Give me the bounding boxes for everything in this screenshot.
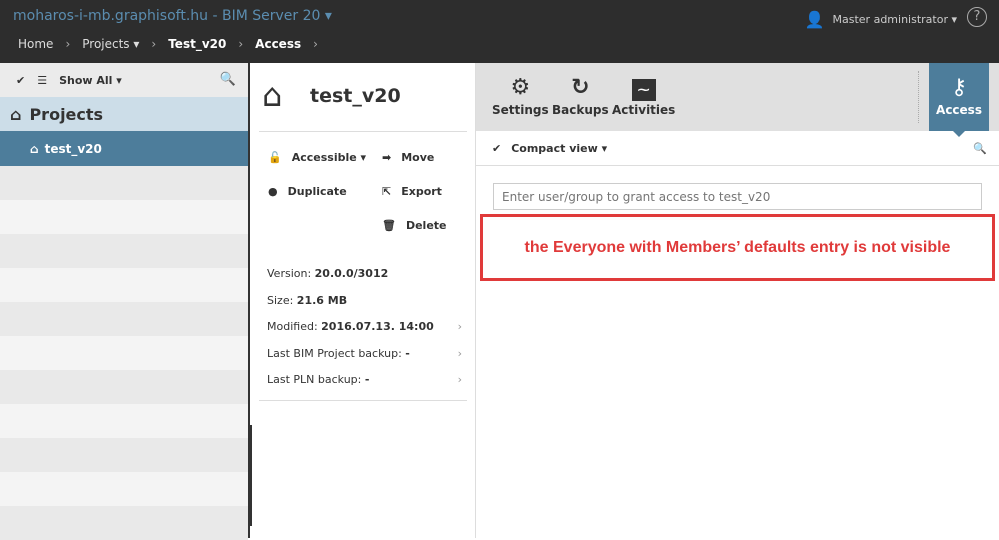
info-bim-backup[interactable]: Last BIM Project backup: - › (267, 347, 462, 360)
gear-icon: ⚙ (510, 75, 531, 100)
check-icon[interactable]: ✔ (16, 74, 25, 87)
accessible-button[interactable]: 🔓 Accessible ▾ (268, 151, 366, 164)
duplicate-icon: ● (268, 185, 278, 198)
key-icon: ⚷ (950, 75, 968, 100)
compact-view-dropdown[interactable]: Compact view ▾ (511, 142, 607, 155)
view-bar: ✔ Compact view ▾ 🔍 (476, 131, 999, 166)
annotation-note: the Everyone with Members’ defaults entr… (480, 214, 995, 281)
toolbar: ⚙ Settings ↻ Backups ⁓ Activities ⚷ Access (476, 63, 999, 137)
house-icon: ⌂ (30, 141, 39, 156)
crumb-home[interactable]: Home (18, 37, 53, 51)
empty-rows (0, 166, 248, 540)
crumb-access[interactable]: Access (255, 37, 301, 51)
show-all-dropdown[interactable]: Show All ▾ (59, 74, 122, 87)
info-version: Version: 20.0.0/3012 (267, 267, 389, 280)
delete-button[interactable]: 🗑 Delete (382, 219, 447, 232)
top-bar: moharos-i-mb.graphisoft.hu - BIM Server … (0, 0, 999, 63)
backup-icon: ↻ (571, 75, 590, 100)
activities-tab[interactable]: ⁓ Activities (612, 75, 675, 117)
breadcrumb: Home › Projects ▾ › Test_v20 › Access › (18, 37, 318, 51)
user-menu[interactable]: 👤 Master administrator ▾ (805, 10, 957, 29)
export-button[interactable]: ⇱ Export (382, 185, 442, 198)
access-panel: ⚙ Settings ↻ Backups ⁓ Activities ⚷ Access ✔… (476, 63, 999, 538)
sidebar-projects-root[interactable]: ⌂ Projects (0, 97, 248, 131)
info-pln-backup[interactable]: Last PLN backup: - › (267, 373, 462, 386)
duplicate-button[interactable]: ● Duplicate (268, 185, 347, 198)
crumb-projects[interactable]: Projects ▾ (82, 37, 139, 51)
access-tab[interactable]: ⚷ Access (929, 63, 989, 137)
check-icon[interactable]: ✔ (492, 142, 501, 155)
unlock-icon: 🔓 (268, 151, 282, 164)
export-icon: ⇱ (382, 185, 392, 198)
search-icon[interactable]: 🔍 (220, 72, 236, 87)
trash-icon: 🗑 (382, 219, 396, 232)
settings-tab[interactable]: ⚙ Settings (492, 75, 549, 117)
info-modified[interactable]: Modified: 2016.07.13. 14:00 › (267, 320, 462, 333)
help-icon[interactable]: ? (967, 7, 987, 27)
sidebar: ✔ ☰ Show All ▾ 🔍 ⌂ Projects ⌂ test_v20 (0, 63, 250, 540)
chevron-right-icon: › (457, 373, 462, 386)
chevron-right-icon: › (457, 320, 462, 333)
chevron-right-icon: › (457, 347, 462, 360)
projects-label: Projects (29, 104, 104, 124)
house-icon: ⌂ (262, 76, 283, 114)
activity-icon: ⁓ (612, 75, 675, 103)
project-title: test_v20 (310, 85, 401, 107)
project-panel: ⌂ test_v20 🔓 Accessible ▾ ➡ Move ● Duplicat… (252, 63, 476, 538)
search-icon[interactable]: 🔍 (973, 142, 987, 155)
project-label: test_v20 (44, 141, 102, 156)
backups-tab[interactable]: ↻ Backups (552, 75, 609, 117)
grant-access-input[interactable] (493, 183, 982, 210)
info-size: Size: 21.6 MB (267, 294, 348, 307)
crumb-project[interactable]: Test_v20 (168, 37, 226, 51)
arrow-right-icon: ➡ (382, 151, 392, 164)
user-icon: 👤 (804, 10, 825, 29)
list-icon[interactable]: ☰ (37, 74, 47, 87)
user-name: Master administrator ▾ (832, 13, 957, 26)
move-button[interactable]: ➡ Move (382, 151, 434, 164)
server-title[interactable]: moharos-i-mb.graphisoft.hu - BIM Server … (13, 8, 332, 24)
sidebar-item-test-v20[interactable]: ⌂ test_v20 (0, 131, 248, 166)
house-icon: ⌂ (10, 104, 22, 124)
